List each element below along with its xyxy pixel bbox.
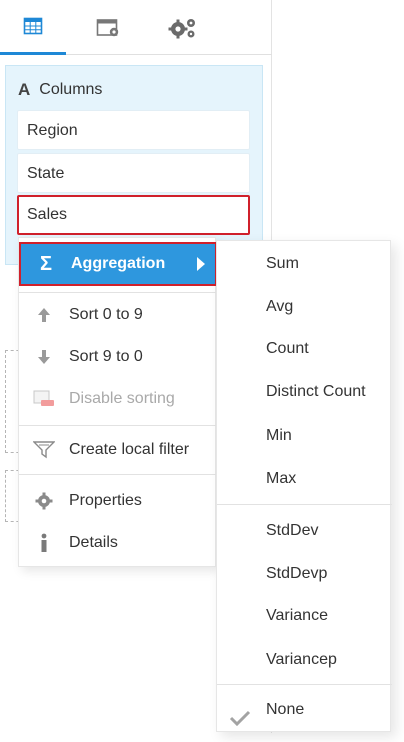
create-filter-label: Create local filter <box>69 441 190 458</box>
columns-title: Columns <box>39 81 103 98</box>
menu-divider <box>19 425 217 426</box>
aggregation-submenu: Sum Avg Count Distinct Count Min Max Std… <box>216 240 392 732</box>
menu-divider <box>19 474 217 475</box>
properties-label: Properties <box>69 492 142 509</box>
filter-icon <box>19 441 69 459</box>
sort-desc-label: Sort 9 to 0 <box>69 348 143 365</box>
submenu-arrow-icon <box>197 257 205 271</box>
agg-item-sum[interactable]: Sum <box>217 244 392 284</box>
table-icon <box>23 16 43 36</box>
submenu-divider <box>217 504 392 505</box>
column-item-state[interactable]: State <box>17 153 250 193</box>
tab-window-settings[interactable] <box>76 0 142 55</box>
agg-item-stddev[interactable]: StdDev <box>217 511 392 551</box>
menu-item-sort-desc[interactable]: Sort 9 to 0 <box>19 337 217 377</box>
menu-item-sort-asc[interactable]: Sort 0 to 9 <box>19 295 217 335</box>
sort-asc-label: Sort 0 to 9 <box>69 306 143 323</box>
agg-item-stddevp[interactable]: StdDevp <box>217 554 392 594</box>
info-icon <box>19 533 69 553</box>
menu-item-create-filter[interactable]: Create local filter <box>19 430 217 470</box>
column-item-region[interactable]: Region <box>17 110 250 150</box>
arrow-down-icon <box>19 349 69 365</box>
menu-item-disable-sorting: Disable sorting <box>19 379 217 419</box>
disable-sorting-label: Disable sorting <box>69 390 175 407</box>
agg-item-variance[interactable]: Variance <box>217 596 392 636</box>
agg-item-min[interactable]: Min <box>217 416 392 456</box>
columns-panel: A Columns Region State Sales <box>5 65 263 265</box>
gear-icon <box>19 492 69 510</box>
column-context-menu: Σ Aggregation Sort 0 to 9 Sort 9 to 0 Di… <box>18 237 217 567</box>
agg-none-label: None <box>266 701 305 718</box>
details-label: Details <box>69 534 118 551</box>
tab-table[interactable] <box>0 0 66 55</box>
columns-icon: A <box>18 80 31 99</box>
sigma-icon: Σ <box>39 252 52 275</box>
window-settings-icon <box>96 17 122 39</box>
agg-item-avg[interactable]: Avg <box>217 287 392 327</box>
gears-icon <box>168 16 198 40</box>
agg-item-none[interactable]: None <box>217 690 392 730</box>
submenu-divider <box>217 684 392 685</box>
agg-item-max[interactable]: Max <box>217 459 392 499</box>
tab-advanced-settings[interactable] <box>150 0 216 55</box>
agg-item-distinct-count[interactable]: Distinct Count <box>217 372 392 412</box>
arrow-up-icon <box>19 307 69 323</box>
column-item-sales[interactable]: Sales <box>17 195 250 235</box>
disable-sorting-icon <box>19 390 69 408</box>
agg-item-count[interactable]: Count <box>217 329 392 369</box>
checkmark-icon <box>229 702 251 742</box>
columns-header: A Columns <box>18 80 102 100</box>
tab-bar <box>0 0 272 55</box>
menu-item-properties[interactable]: Properties <box>19 481 217 521</box>
agg-item-variancep[interactable]: Variancep <box>217 640 392 680</box>
menu-item-aggregation[interactable]: Σ Aggregation <box>19 242 217 286</box>
menu-divider <box>19 292 217 293</box>
menu-item-details[interactable]: Details <box>19 523 217 563</box>
aggregation-label: Aggregation <box>71 255 166 272</box>
